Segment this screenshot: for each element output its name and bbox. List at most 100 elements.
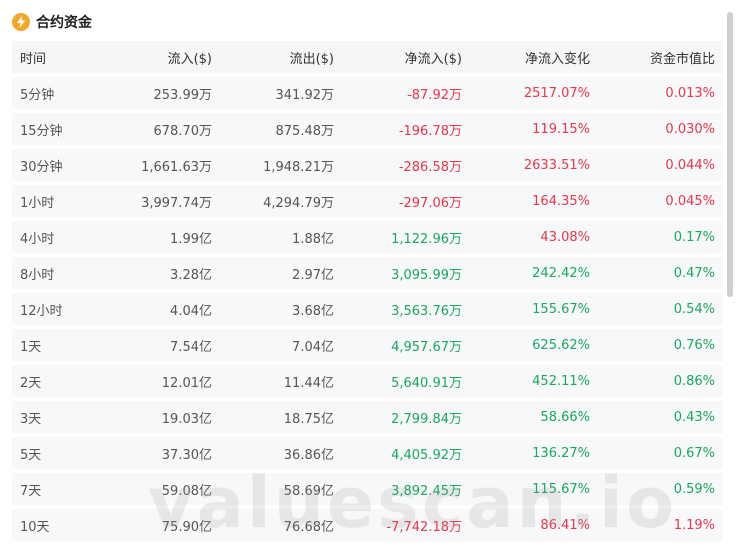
cell-net-change: 115.67%: [470, 473, 598, 505]
scrollbar[interactable]: [727, 12, 733, 297]
table-row: 15分钟 678.70万 875.48万 -196.78万 119.15% 0.030%: [12, 113, 723, 145]
cell-net-change: 164.35%: [470, 185, 598, 217]
cell-time: 1小时: [12, 185, 100, 217]
cell-net-inflow: -87.92万: [342, 77, 470, 109]
cell-outflow: 7.04亿: [220, 329, 342, 361]
cell-inflow: 19.03亿: [100, 401, 220, 433]
bolt-coin-icon: [12, 13, 30, 31]
cell-time: 15分钟: [12, 113, 100, 145]
cell-market-cap-ratio: 0.044%: [598, 149, 723, 181]
cell-market-cap-ratio: 0.67%: [598, 437, 723, 469]
cell-market-cap-ratio: 0.43%: [598, 401, 723, 433]
cell-outflow: 76.68亿: [220, 509, 342, 541]
cell-net-inflow: 4,957.67万: [342, 329, 470, 361]
cell-market-cap-ratio: 0.86%: [598, 365, 723, 397]
section-title: 合约资金: [36, 15, 92, 31]
table-row: 5分钟 253.99万 341.92万 -87.92万 2517.07% 0.013%: [12, 77, 723, 109]
cell-inflow: 1.99亿: [100, 221, 220, 253]
cell-outflow: 1,948.21万: [220, 149, 342, 181]
cell-net-change: 155.67%: [470, 293, 598, 325]
table-row: 3天 19.03亿 18.75亿 2,799.84万 58.66% 0.43%: [12, 401, 723, 433]
section-header: 合约资金: [12, 10, 92, 34]
cell-market-cap-ratio: 0.54%: [598, 293, 723, 325]
cell-outflow: 875.48万: [220, 113, 342, 145]
cell-net-change: 136.27%: [470, 437, 598, 469]
cell-outflow: 58.69亿: [220, 473, 342, 505]
cell-inflow: 253.99万: [100, 77, 220, 109]
cell-time: 8小时: [12, 257, 100, 289]
cell-market-cap-ratio: 0.47%: [598, 257, 723, 289]
column-header-net-change: 净流入变化: [470, 41, 598, 73]
cell-net-change: 242.42%: [470, 257, 598, 289]
fund-flow-table-container: 时间 流入($) 流出($) 净流入($) 净流入变化 资金市值比 5分钟 253…: [12, 41, 723, 545]
table-row: 2天 12.01亿 11.44亿 5,640.91万 452.11% 0.86%: [12, 365, 723, 397]
cell-time: 10天: [12, 509, 100, 541]
cell-market-cap-ratio: 0.76%: [598, 329, 723, 361]
cell-time: 30分钟: [12, 149, 100, 181]
cell-outflow: 4,294.79万: [220, 185, 342, 217]
cell-net-change: 2633.51%: [470, 149, 598, 181]
cell-time: 5分钟: [12, 77, 100, 109]
cell-market-cap-ratio: 0.59%: [598, 473, 723, 505]
cell-outflow: 341.92万: [220, 77, 342, 109]
cell-time: 3天: [12, 401, 100, 433]
cell-net-change: 625.62%: [470, 329, 598, 361]
cell-outflow: 2.97亿: [220, 257, 342, 289]
table-row: 4小时 1.99亿 1.88亿 1,122.96万 43.08% 0.17%: [12, 221, 723, 253]
cell-net-change: 86.41%: [470, 509, 598, 541]
cell-inflow: 7.54亿: [100, 329, 220, 361]
cell-net-change: 58.66%: [470, 401, 598, 433]
cell-inflow: 1,661.63万: [100, 149, 220, 181]
cell-time: 12小时: [12, 293, 100, 325]
cell-outflow: 36.86亿: [220, 437, 342, 469]
table-header-row: 时间 流入($) 流出($) 净流入($) 净流入变化 资金市值比: [12, 41, 723, 73]
table-row: 30分钟 1,661.63万 1,948.21万 -286.58万 2633.51% 0.…: [12, 149, 723, 181]
cell-outflow: 11.44亿: [220, 365, 342, 397]
cell-inflow: 75.90亿: [100, 509, 220, 541]
column-header-net-inflow: 净流入($): [342, 41, 470, 73]
cell-market-cap-ratio: 0.013%: [598, 77, 723, 109]
table-row: 10天 75.90亿 76.68亿 -7,742.18万 86.41% 1.19%: [12, 509, 723, 541]
table-row: 1小时 3,997.74万 4,294.79万 -297.06万 164.35% 0.04…: [12, 185, 723, 217]
cell-time: 5天: [12, 437, 100, 469]
cell-market-cap-ratio: 0.045%: [598, 185, 723, 217]
column-header-market-cap-ratio: 资金市值比: [598, 41, 723, 73]
cell-inflow: 678.70万: [100, 113, 220, 145]
cell-inflow: 3,997.74万: [100, 185, 220, 217]
column-header-time: 时间: [12, 41, 100, 73]
cell-market-cap-ratio: 0.17%: [598, 221, 723, 253]
cell-net-inflow: 2,799.84万: [342, 401, 470, 433]
cell-inflow: 37.30亿: [100, 437, 220, 469]
cell-net-inflow: 4,405.92万: [342, 437, 470, 469]
fund-flow-table: 时间 流入($) 流出($) 净流入($) 净流入变化 资金市值比 5分钟 253…: [12, 37, 723, 545]
cell-net-inflow: -286.58万: [342, 149, 470, 181]
column-header-outflow: 流出($): [220, 41, 342, 73]
cell-net-change: 2517.07%: [470, 77, 598, 109]
table-row: 5天 37.30亿 36.86亿 4,405.92万 136.27% 0.67%: [12, 437, 723, 469]
cell-inflow: 59.08亿: [100, 473, 220, 505]
table-row: 7天 59.08亿 58.69亿 3,892.45万 115.67% 0.59%: [12, 473, 723, 505]
cell-inflow: 3.28亿: [100, 257, 220, 289]
cell-net-inflow: 3,095.99万: [342, 257, 470, 289]
cell-outflow: 18.75亿: [220, 401, 342, 433]
table-row: 1天 7.54亿 7.04亿 4,957.67万 625.62% 0.76%: [12, 329, 723, 361]
cell-market-cap-ratio: 0.030%: [598, 113, 723, 145]
cell-net-inflow: -196.78万: [342, 113, 470, 145]
column-header-inflow: 流入($): [100, 41, 220, 73]
cell-time: 4小时: [12, 221, 100, 253]
cell-net-inflow: 3,892.45万: [342, 473, 470, 505]
cell-time: 1天: [12, 329, 100, 361]
cell-market-cap-ratio: 1.19%: [598, 509, 723, 541]
cell-net-inflow: 3,563.76万: [342, 293, 470, 325]
table-row: 8小时 3.28亿 2.97亿 3,095.99万 242.42% 0.47%: [12, 257, 723, 289]
cell-time: 7天: [12, 473, 100, 505]
cell-net-change: 43.08%: [470, 221, 598, 253]
cell-net-inflow: 5,640.91万: [342, 365, 470, 397]
cell-net-inflow: -297.06万: [342, 185, 470, 217]
cell-net-change: 452.11%: [470, 365, 598, 397]
cell-inflow: 4.04亿: [100, 293, 220, 325]
cell-outflow: 3.68亿: [220, 293, 342, 325]
cell-outflow: 1.88亿: [220, 221, 342, 253]
cell-net-change: 119.15%: [470, 113, 598, 145]
cell-inflow: 12.01亿: [100, 365, 220, 397]
